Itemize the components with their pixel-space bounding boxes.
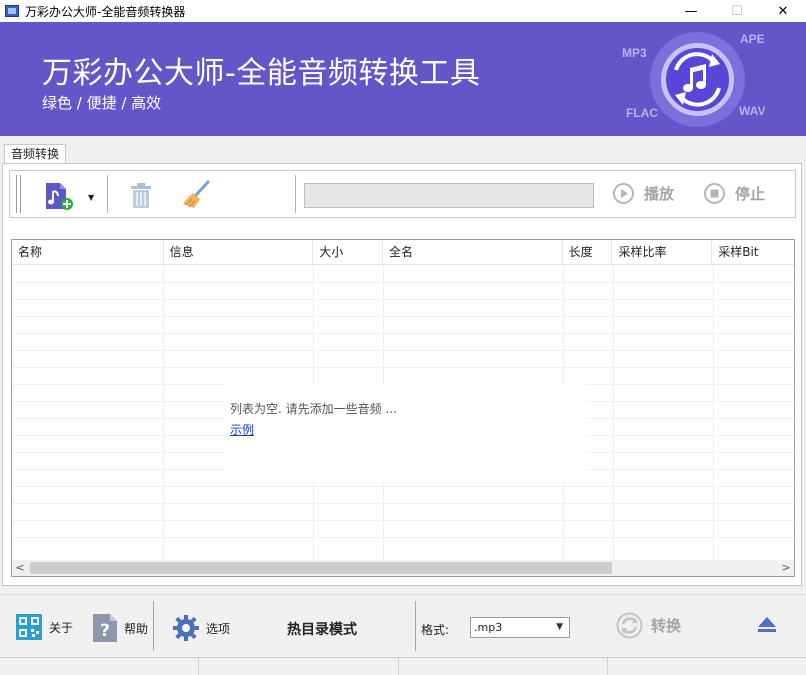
column-sample-rate[interactable]: 采样比率 (612, 240, 713, 265)
eject-button[interactable] (757, 616, 777, 634)
add-audio-file-icon (46, 183, 73, 210)
scroll-right-icon[interactable]: > (778, 560, 794, 576)
bottom-separator (153, 601, 154, 651)
empty-list-message: 列表为空. 请先添加一些音频 ... (230, 402, 397, 416)
grid-row-line (12, 299, 794, 300)
column-length[interactable]: 长度 (563, 240, 613, 265)
format-label-ape: APE (740, 32, 765, 46)
grid-row-line (12, 537, 794, 538)
delete-button[interactable] (130, 183, 152, 212)
grid-row-line (12, 350, 794, 351)
file-list[interactable]: 名称 信息 大小 全名 长度 采样比率 采样Bit 列表为空. 请先添加一些音频… (11, 239, 795, 577)
format-label-flac: FLAC (626, 106, 658, 120)
grid-row-line (12, 520, 794, 521)
toolbar-separator-2 (295, 175, 296, 213)
toolbar: ▼ 播放 停止 (9, 170, 796, 218)
convert-label: 转换 (651, 617, 682, 635)
play-button[interactable]: 播放 (613, 183, 674, 204)
gear-icon (173, 615, 199, 641)
bottom-separator-2 (415, 601, 416, 651)
toolbar-separator (107, 175, 108, 213)
bottom-bar: 关于 ? 帮助 选项 热目录模式 格式: .mp3 ▼ 转换 (0, 594, 806, 658)
grid-line (713, 265, 714, 560)
status-cell (399, 658, 608, 675)
chevron-down-icon: ▼ (556, 622, 563, 632)
grid-row-line (12, 486, 794, 487)
column-sample-bit[interactable]: 采样Bit (712, 240, 794, 265)
format-label-wav: WAV (739, 104, 766, 118)
format-select[interactable]: .mp3 ▼ (470, 617, 570, 638)
grid-row-line (12, 282, 794, 283)
app-icon (5, 5, 19, 17)
svg-text:?: ? (100, 621, 110, 641)
window-title: 万彩办公大师-全能音频转换器 (25, 4, 186, 19)
help-button[interactable]: ? 帮助 (92, 613, 148, 643)
format-label: 格式: (421, 623, 450, 637)
title-bar: 万彩办公大师-全能音频转换器 — ☐ ✕ (0, 0, 806, 22)
scroll-left-icon[interactable]: < (12, 560, 28, 576)
hot-directory-mode-button[interactable]: 热目录模式 (287, 619, 357, 639)
music-note-icon (661, 43, 734, 116)
stop-button[interactable]: 停止 (704, 183, 765, 204)
grid-line (163, 265, 164, 560)
add-file-dropdown[interactable]: ▼ (88, 193, 94, 202)
broom-icon (183, 180, 210, 208)
qr-code-icon (16, 614, 42, 640)
options-label: 选项 (206, 621, 231, 636)
column-fullname[interactable]: 全名 (383, 240, 563, 265)
status-cell (199, 658, 399, 675)
toolbar-grip (16, 175, 18, 213)
example-link[interactable]: 示例 (230, 421, 254, 438)
eject-icon (758, 617, 776, 632)
about-button[interactable]: 关于 (16, 614, 73, 640)
grid-row-line (12, 503, 794, 504)
grid-line (613, 265, 614, 560)
trash-icon (131, 183, 151, 208)
close-button[interactable]: ✕ (760, 0, 806, 22)
play-icon (613, 183, 634, 204)
format-label-mp3: MP3 (622, 46, 647, 60)
convert-button[interactable]: 转换 (616, 612, 681, 639)
horizontal-scrollbar[interactable]: < > (12, 560, 794, 576)
toolbar-grip-2 (20, 175, 22, 213)
column-name[interactable]: 名称 (12, 240, 164, 265)
about-label: 关于 (49, 620, 74, 635)
add-file-button[interactable] (44, 182, 74, 213)
empty-list-notice: 列表为空. 请先添加一些音频 ... 示例 (224, 384, 586, 483)
options-button[interactable]: 选项 (173, 615, 230, 641)
stop-label: 停止 (735, 185, 766, 203)
banner-subtitle: 绿色 / 便捷 / 高效 (42, 94, 162, 112)
column-info[interactable]: 信息 (164, 240, 314, 265)
file-list-header: 名称 信息 大小 全名 长度 采样比率 采样Bit (12, 240, 794, 265)
scrollbar-thumb[interactable] (30, 562, 612, 574)
header-banner: 万彩办公大师-全能音频转换工具 绿色 / 便捷 / 高效 MP3 APE FLA… (0, 22, 806, 136)
help-icon: ? (93, 614, 117, 642)
status-bar (0, 657, 806, 675)
progress-bar (304, 183, 594, 208)
status-cell (0, 658, 199, 675)
minimize-button[interactable]: — (668, 0, 714, 22)
grid-row-line (12, 316, 794, 317)
clear-button[interactable] (181, 180, 211, 213)
convert-icon (616, 612, 643, 639)
grid-row-line (12, 333, 794, 334)
format-select-value: .mp3 (474, 621, 503, 634)
tab-audio-convert[interactable]: 音频转换 (4, 144, 67, 164)
grid-row-line (12, 367, 794, 368)
play-label: 播放 (644, 185, 675, 203)
banner-title: 万彩办公大师-全能音频转换工具 (42, 56, 481, 91)
stop-icon (704, 183, 725, 204)
help-label: 帮助 (124, 621, 149, 636)
maximize-button[interactable]: ☐ (714, 0, 760, 22)
column-size[interactable]: 大小 (313, 240, 384, 265)
